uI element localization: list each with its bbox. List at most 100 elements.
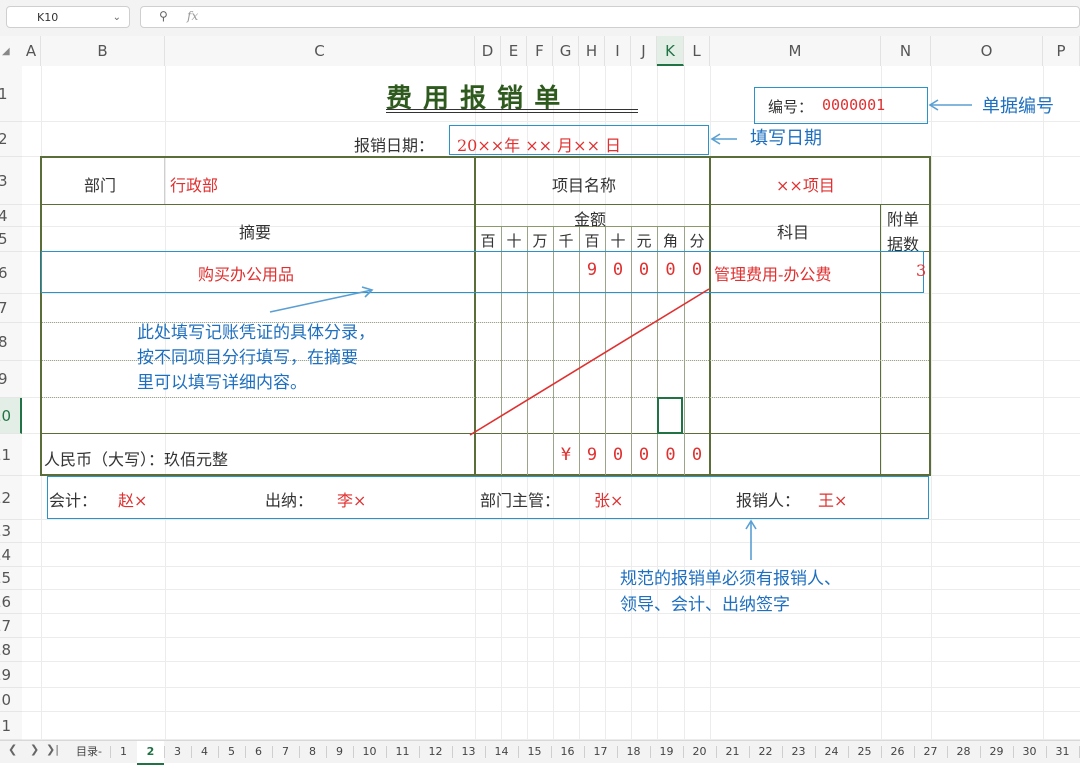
sheet-tab[interactable]: 16 [551, 741, 584, 763]
column-header-C[interactable]: C [165, 36, 475, 66]
column-header-L[interactable]: L [684, 36, 710, 66]
formula-input[interactable]: ⚲ fx [140, 6, 1080, 28]
grid-hline [22, 661, 1080, 662]
row-header-4[interactable]: 4 [0, 205, 22, 227]
row-header-13[interactable]: 13 [0, 520, 22, 543]
row-header-10[interactable]: 10 [0, 398, 22, 434]
row-header-17[interactable]: 17 [0, 614, 22, 638]
sheet-tab[interactable]: 14 [485, 741, 518, 763]
sheet-tab[interactable]: 20 [683, 741, 716, 763]
grid-hline [22, 687, 1080, 688]
row-header-14[interactable]: 14 [0, 543, 22, 567]
column-header-E[interactable]: E [501, 36, 527, 66]
sheet-tab[interactable]: 1 [110, 741, 137, 763]
grid-hline [22, 251, 1080, 252]
sheet-grid[interactable] [22, 66, 1080, 740]
column-header-bar: ABCDEFGHIJKLMNOP [0, 36, 1080, 67]
sheet-tab[interactable]: 17 [584, 741, 617, 763]
row-header-15[interactable]: 15 [0, 567, 22, 590]
column-header-P[interactable]: P [1043, 36, 1080, 66]
row-header-12[interactable]: 12 [0, 476, 22, 520]
sheet-tab[interactable]: 25 [848, 741, 881, 763]
fx-icon[interactable]: fx [187, 9, 198, 23]
sheet-tab[interactable]: 18 [617, 741, 650, 763]
sheet-tab[interactable]: 目录- [68, 741, 110, 763]
grid-vline [881, 66, 882, 740]
column-header-O[interactable]: O [931, 36, 1043, 66]
grid-vline [501, 66, 502, 740]
select-all-corner[interactable]: ◢ [0, 36, 20, 66]
row-header-21[interactable]: 21 [0, 712, 22, 740]
sheet-tab[interactable]: 30 [1013, 741, 1046, 763]
row-header-1[interactable]: 1 [0, 66, 22, 122]
grid-vline [1043, 66, 1044, 740]
column-header-D[interactable]: D [475, 36, 501, 66]
column-header-M[interactable]: M [710, 36, 881, 66]
sheet-tab[interactable]: 19 [650, 741, 683, 763]
row-header-3[interactable]: 3 [0, 157, 22, 205]
grid-vline [527, 66, 528, 740]
column-header-H[interactable]: H [579, 36, 605, 66]
first-sheet-icon[interactable]: ❮ [8, 743, 17, 756]
row-header-7[interactable]: 7 [0, 294, 22, 323]
magnifier-icon[interactable]: ⚲ [159, 9, 168, 23]
next-sheet-icon[interactable]: ❯ [30, 743, 39, 756]
sheet-tab[interactable]: 6 [245, 741, 272, 763]
column-header-I[interactable]: I [605, 36, 631, 66]
cell-reference: K10 [37, 11, 59, 24]
formula-bar: K10 ⌄ ⚲ fx [0, 0, 1080, 37]
name-box[interactable]: K10 ⌄ [6, 6, 130, 28]
sheet-tab[interactable]: 5 [218, 741, 245, 763]
grid-hline [22, 433, 1080, 434]
grid-hline [22, 475, 1080, 476]
row-header-19[interactable]: 19 [0, 662, 22, 688]
column-header-F[interactable]: F [527, 36, 553, 66]
select-all-icon[interactable]: ◢ [2, 46, 10, 57]
sheet-tab[interactable]: 7 [272, 741, 299, 763]
sheet-tab[interactable]: 28 [947, 741, 980, 763]
sheet-tab[interactable]: 21 [716, 741, 749, 763]
grid-vline [931, 66, 932, 740]
sheet-tab[interactable]: 8 [299, 741, 326, 763]
sheet-tab[interactable]: 3 [164, 741, 191, 763]
sheet-tab[interactable]: 12 [419, 741, 452, 763]
sheet-tab[interactable]: 13 [452, 741, 485, 763]
column-header-N[interactable]: N [881, 36, 931, 66]
column-header-A[interactable]: A [22, 36, 41, 66]
row-header-11[interactable]: 11 [0, 434, 22, 476]
row-header-8[interactable]: 8 [0, 323, 22, 361]
sheet-tab[interactable]: 26 [881, 741, 914, 763]
grid-hline [22, 204, 1080, 205]
sheet-tab[interactable]: 23 [782, 741, 815, 763]
column-header-J[interactable]: J [631, 36, 657, 66]
grid-vline [657, 66, 658, 740]
grid-vline [710, 66, 711, 740]
grid-vline [165, 66, 166, 740]
sheet-tab[interactable]: 31 [1046, 741, 1079, 763]
row-header-20[interactable]: 20 [0, 688, 22, 712]
sheet-tab[interactable]: 27 [914, 741, 947, 763]
sheet-tab[interactable]: 22 [749, 741, 782, 763]
row-header-6[interactable]: 6 [0, 252, 22, 294]
grid-vline [553, 66, 554, 740]
grid-hline [22, 322, 1080, 323]
sheet-tab[interactable]: 11 [386, 741, 419, 763]
column-header-K[interactable]: K [657, 36, 684, 66]
sheet-tab[interactable]: 4 [191, 741, 218, 763]
row-header-2[interactable]: 2 [0, 122, 22, 157]
sheet-tab[interactable]: 9 [326, 741, 353, 763]
column-header-B[interactable]: B [41, 36, 165, 66]
column-header-G[interactable]: G [553, 36, 579, 66]
row-header-18[interactable]: 18 [0, 638, 22, 662]
row-header-16[interactable]: 16 [0, 590, 22, 614]
row-header-5[interactable]: 5 [0, 227, 22, 252]
row-header-9[interactable]: 9 [0, 361, 22, 398]
sheet-tab[interactable]: 24 [815, 741, 848, 763]
sheet-tab[interactable]: 2 [137, 741, 164, 765]
last-sheet-icon[interactable]: ❯| [46, 743, 59, 756]
sheet-tab[interactable]: 15 [518, 741, 551, 763]
sheet-tab[interactable]: 29 [980, 741, 1013, 763]
sheet-tab[interactable]: 10 [353, 741, 386, 763]
grid-hline [22, 589, 1080, 590]
chevron-down-icon[interactable]: ⌄ [113, 7, 121, 29]
